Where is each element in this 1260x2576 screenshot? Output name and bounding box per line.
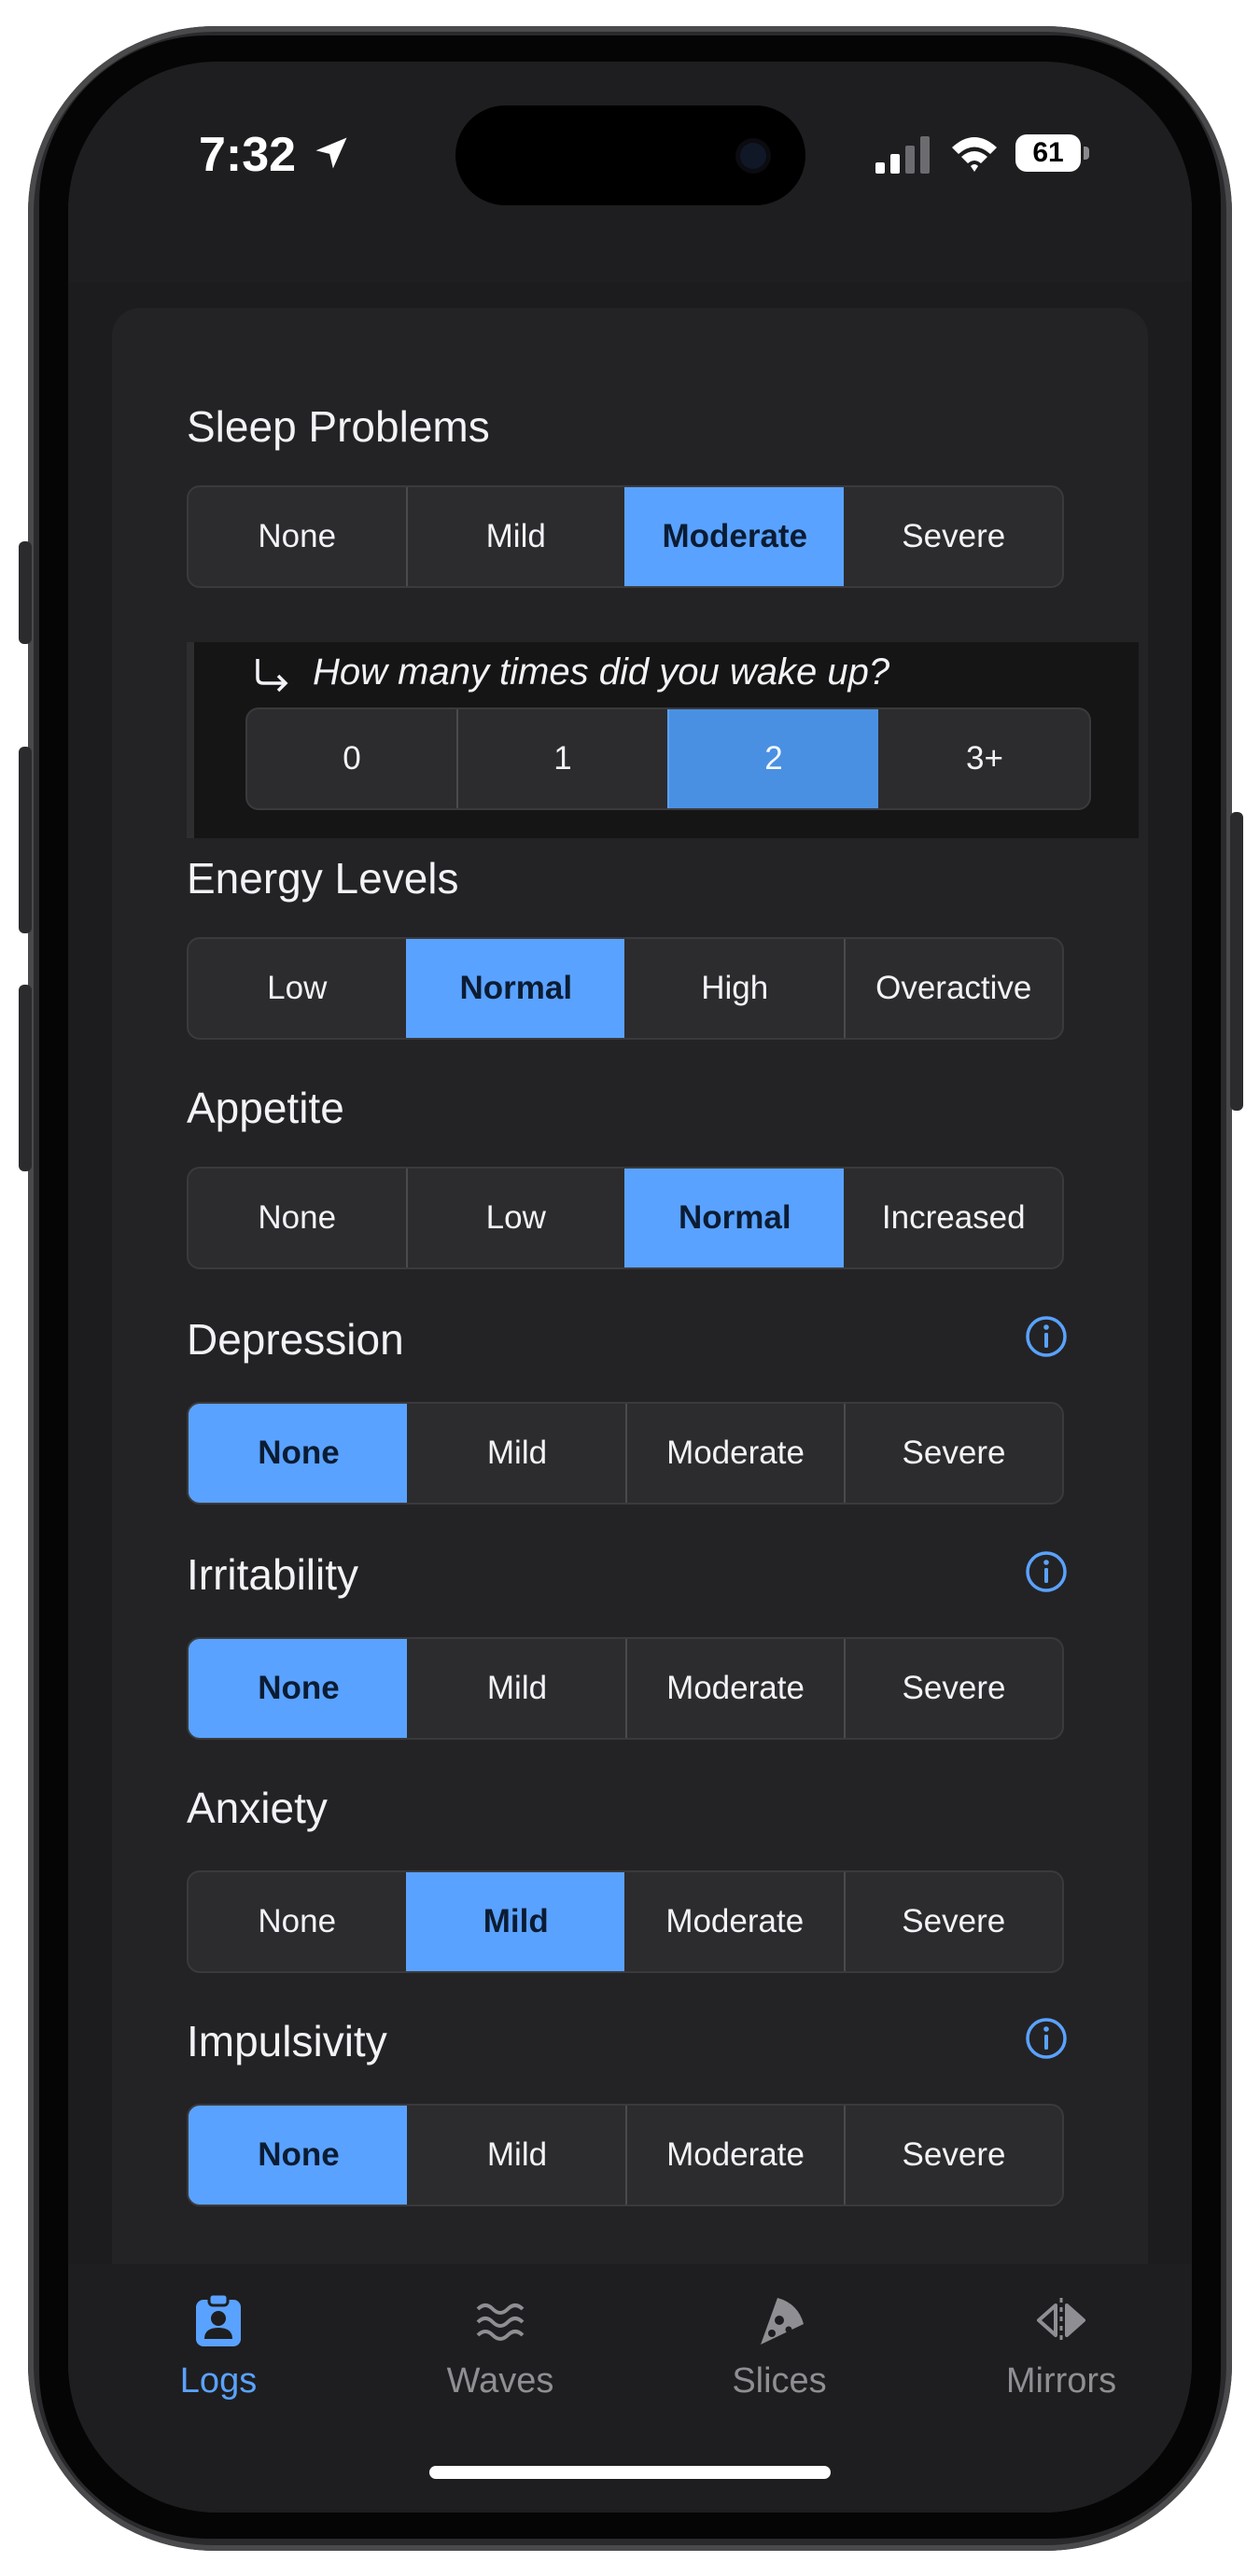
option-sleep-moderate[interactable]: Moderate bbox=[624, 487, 844, 586]
wake-up-question: How many times did you wake up? bbox=[313, 651, 890, 693]
power-button bbox=[1230, 812, 1243, 1111]
option-anxiety-none[interactable]: None bbox=[189, 1872, 406, 1971]
section-title-sleep-problems: Sleep Problems bbox=[187, 402, 490, 451]
info-icon-depression[interactable] bbox=[1024, 1314, 1069, 1359]
location-arrow-icon bbox=[315, 137, 347, 169]
pizza-slice-icon bbox=[761, 2298, 804, 2345]
battery-tip bbox=[1084, 147, 1089, 160]
segmented-energy-levels: Low Normal High Overactive bbox=[187, 937, 1064, 1040]
option-impulsivity-severe[interactable]: Severe bbox=[844, 2106, 1062, 2205]
status-bar: 7:32 61 bbox=[68, 62, 1192, 282]
option-depression-mild[interactable]: Mild bbox=[407, 1404, 625, 1503]
tab-label-slices: Slices bbox=[732, 2361, 827, 2401]
dynamic-island bbox=[455, 105, 805, 205]
return-arrow-icon bbox=[256, 659, 288, 693]
segmented-irritability: None Mild Moderate Severe bbox=[187, 1637, 1064, 1740]
volume-up-button bbox=[19, 747, 32, 933]
option-wake-0[interactable]: 0 bbox=[247, 709, 456, 808]
option-wake-1[interactable]: 1 bbox=[456, 709, 667, 808]
section-title-irritability: Irritability bbox=[187, 1550, 359, 1599]
volume-down-button bbox=[19, 985, 32, 1171]
battery-level: 61 bbox=[1015, 134, 1081, 172]
option-appetite-low[interactable]: Low bbox=[405, 1169, 625, 1267]
option-energy-overactive[interactable]: Overactive bbox=[843, 939, 1063, 1038]
option-energy-high[interactable]: High bbox=[624, 939, 844, 1038]
option-impulsivity-moderate[interactable]: Moderate bbox=[625, 2106, 844, 2205]
option-depression-moderate[interactable]: Moderate bbox=[625, 1404, 844, 1503]
segmented-appetite: None Low Normal Increased bbox=[187, 1167, 1064, 1269]
front-camera bbox=[740, 143, 766, 169]
action-button bbox=[19, 541, 32, 644]
info-icon-irritability[interactable] bbox=[1024, 1549, 1069, 1594]
tab-label-mirrors: Mirrors bbox=[1005, 2361, 1117, 2401]
option-irritability-none[interactable]: None bbox=[189, 1639, 407, 1738]
option-sleep-none[interactable]: None bbox=[189, 487, 406, 586]
tab-mirrors[interactable]: Mirrors bbox=[949, 2264, 1173, 2432]
option-impulsivity-none[interactable]: None bbox=[189, 2106, 407, 2205]
segmented-anxiety: None Mild Moderate Severe bbox=[187, 1870, 1064, 1973]
segmented-wake-ups: 0 1 2 3+ bbox=[245, 707, 1091, 810]
option-wake-2[interactable]: 2 bbox=[667, 709, 878, 808]
wifi-icon bbox=[952, 137, 997, 172]
option-anxiety-moderate[interactable]: Moderate bbox=[624, 1872, 844, 1971]
info-icon-impulsivity[interactable] bbox=[1024, 2016, 1069, 2061]
option-anxiety-severe[interactable]: Severe bbox=[843, 1872, 1063, 1971]
tab-waves[interactable]: Waves bbox=[388, 2264, 612, 2432]
section-title-energy-levels: Energy Levels bbox=[187, 854, 459, 903]
option-irritability-severe[interactable]: Severe bbox=[844, 1639, 1062, 1738]
option-anxiety-mild[interactable]: Mild bbox=[405, 1872, 624, 1971]
segmented-impulsivity: None Mild Moderate Severe bbox=[187, 2104, 1064, 2206]
option-depression-severe[interactable]: Severe bbox=[844, 1404, 1062, 1503]
option-energy-low[interactable]: Low bbox=[189, 939, 406, 1038]
segmented-depression: None Mild Moderate Severe bbox=[187, 1402, 1064, 1505]
waves-icon bbox=[476, 2303, 525, 2341]
option-sleep-mild[interactable]: Mild bbox=[405, 487, 625, 586]
status-time: 7:32 bbox=[199, 128, 297, 182]
segmented-sleep-problems: None Mild Moderate Severe bbox=[187, 485, 1064, 588]
option-irritability-mild[interactable]: Mild bbox=[407, 1639, 625, 1738]
option-depression-none[interactable]: None bbox=[189, 1404, 407, 1503]
option-sleep-severe[interactable]: Severe bbox=[843, 487, 1063, 586]
tab-slices[interactable]: Slices bbox=[667, 2264, 891, 2432]
option-wake-3plus[interactable]: 3+ bbox=[878, 709, 1089, 808]
tab-label-logs: Logs bbox=[179, 2361, 258, 2401]
section-title-appetite: Appetite bbox=[187, 1084, 344, 1132]
cellular-signal-icon bbox=[875, 136, 930, 174]
tab-label-waves: Waves bbox=[446, 2361, 554, 2401]
mirror-triangles-icon bbox=[1037, 2298, 1085, 2343]
home-indicator[interactable] bbox=[429, 2466, 831, 2479]
clipboard-person-icon bbox=[196, 2292, 241, 2346]
app-screen: 7:32 61 Sleep Problems None Mild Moderat… bbox=[68, 62, 1192, 2513]
option-appetite-normal[interactable]: Normal bbox=[624, 1169, 844, 1267]
section-title-depression: Depression bbox=[187, 1315, 404, 1364]
tab-logs[interactable]: Logs bbox=[106, 2264, 330, 2432]
option-energy-normal[interactable]: Normal bbox=[405, 939, 624, 1038]
option-irritability-moderate[interactable]: Moderate bbox=[625, 1639, 844, 1738]
section-title-impulsivity: Impulsivity bbox=[187, 2017, 387, 2065]
option-impulsivity-mild[interactable]: Mild bbox=[407, 2106, 625, 2205]
option-appetite-none[interactable]: None bbox=[189, 1169, 406, 1267]
battery-indicator: 61 bbox=[1015, 134, 1090, 172]
option-appetite-increased[interactable]: Increased bbox=[843, 1169, 1063, 1267]
section-title-anxiety: Anxiety bbox=[187, 1784, 328, 1832]
